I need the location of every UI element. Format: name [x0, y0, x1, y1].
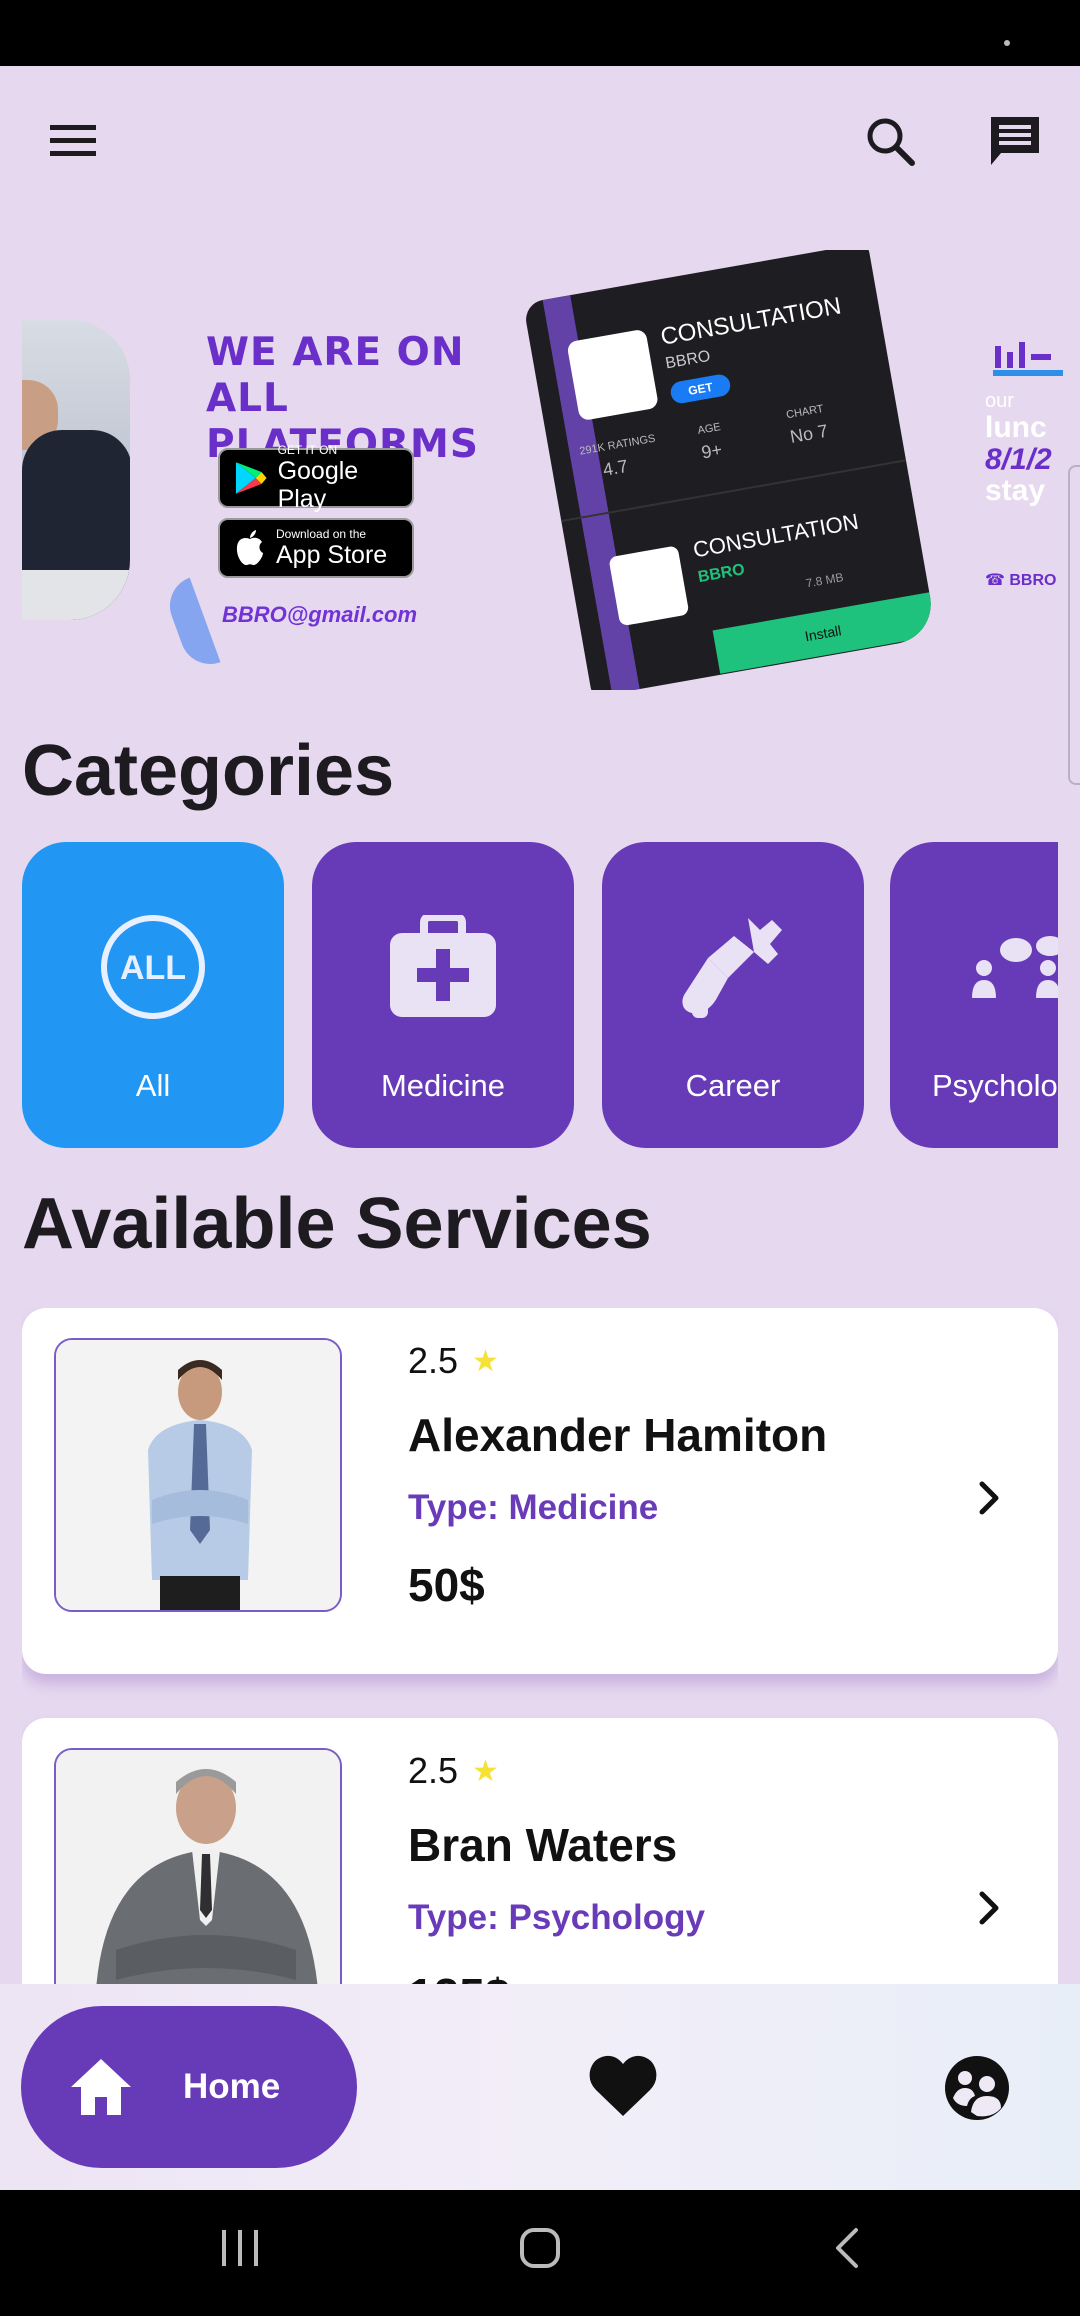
provider-rating: 2.5 ★ — [408, 1750, 499, 1792]
mock-app-developer-secondary: BBRO — [696, 561, 747, 587]
promo-banner-carousel[interactable]: WE ARE ON ALL PLATFORMS GET IT ON Google… — [0, 250, 1080, 690]
categories-title: Categories — [22, 731, 395, 811]
provider-name: Alexander Hamiton — [408, 1409, 828, 1461]
medical-kit-icon — [390, 915, 496, 1017]
provider-name: Bran Waters — [408, 1819, 678, 1871]
chevron-right-icon[interactable] — [970, 1478, 1010, 1518]
provider-photo-image — [56, 1340, 340, 1610]
mock-get-button: GET — [669, 372, 732, 405]
back-icon[interactable] — [826, 2226, 870, 2270]
next-slide-phone: ☎ BBRO — [985, 572, 1057, 589]
nav-profile[interactable] — [943, 2054, 1011, 2127]
app-store-small-text: Download on the — [276, 527, 367, 541]
app-store-badge[interactable]: Download on the App Store — [218, 518, 414, 578]
status-indicator — [1004, 40, 1010, 46]
category-psychology[interactable]: Psychology — [890, 842, 1058, 1148]
nav-favorites[interactable] — [588, 2054, 658, 2123]
svg-text:ALL: ALL — [120, 949, 186, 987]
category-all[interactable]: ALL All — [22, 842, 284, 1148]
app-logo — [566, 328, 660, 422]
provider-photo — [54, 1748, 342, 1984]
mock-install-button: Install — [712, 585, 938, 674]
mock-size: 7.8 MB — [804, 570, 845, 591]
provider-type: Type: Psychology — [408, 1898, 705, 1937]
chat-icon — [991, 117, 1039, 165]
consultation-logo-icon — [993, 342, 1063, 376]
group-chat-icon — [972, 936, 1058, 998]
app-store-screenshot: CONSULTATION BBRO GET 291K RATINGS 4.7 A… — [522, 250, 938, 690]
services-title: Available Services — [22, 1184, 652, 1264]
provider-photo — [54, 1338, 342, 1612]
provider-price: 50$ — [408, 1559, 485, 1611]
mock-age: 9+ — [699, 439, 724, 463]
google-play-small-text: GET IT ON — [277, 443, 338, 457]
categories-list[interactable]: ALL All Medicine Career Psycholo — [22, 842, 1058, 1148]
search-button[interactable] — [855, 106, 925, 176]
next-slide-text-4: stay — [985, 474, 1046, 507]
profile-icon — [945, 2056, 1009, 2120]
search-icon — [867, 118, 915, 166]
handshake-icon — [682, 918, 782, 1018]
next-slide-text-2: lunc — [985, 411, 1047, 444]
next-slide-text-3: 8/1/2 — [985, 443, 1052, 476]
mock-chart-label: CHART — [785, 402, 825, 422]
banner-photo-previous — [22, 320, 130, 620]
home-system-icon[interactable] — [518, 2226, 562, 2270]
mock-app-title-secondary: CONSULTATION — [691, 508, 861, 563]
category-medicine[interactable]: Medicine — [312, 842, 574, 1148]
service-card[interactable]: 2.5 ★ Alexander Hamiton Type: Medicine 5… — [22, 1308, 1058, 1674]
app-bar — [0, 66, 1080, 216]
mock-chart: No 7 — [788, 420, 830, 447]
provider-photo-image — [56, 1750, 340, 1984]
banner-email: BBRO@gmail.com — [222, 602, 418, 627]
google-play-label: Google Play — [277, 457, 359, 513]
banner-decoration — [161, 577, 221, 673]
category-label: Medicine — [380, 1068, 506, 1103]
category-label: Psychology — [932, 1068, 1058, 1103]
star-icon: ★ — [472, 1344, 499, 1378]
next-slide-text-1: our — [985, 390, 1014, 412]
recent-apps-icon[interactable] — [218, 2226, 262, 2270]
nav-home[interactable]: Home — [21, 2006, 357, 2168]
apple-icon — [236, 530, 263, 566]
mock-age-label: AGE — [696, 421, 722, 437]
chevron-right-icon[interactable] — [970, 1888, 1010, 1928]
rating-value: 2.5 — [408, 1750, 459, 1791]
mock-rating: 4.7 — [601, 455, 630, 480]
all-icon: ALL — [101, 915, 205, 1019]
provider-type: Type: Medicine — [408, 1488, 659, 1527]
provider-price: 125$ — [408, 1968, 510, 1984]
nav-home-label: Home — [183, 2067, 281, 2106]
bottom-navigation: Home — [0, 1984, 1080, 2190]
scrollbar[interactable] — [1068, 465, 1080, 785]
banner-next-slide: our lunc 8/1/2 stay ☎ BBRO — [985, 340, 1080, 589]
chat-button[interactable] — [980, 106, 1050, 176]
category-label: Career — [685, 1068, 781, 1103]
system-navigation-bar — [0, 2190, 1080, 2316]
menu-icon — [50, 125, 96, 156]
star-icon: ★ — [472, 1754, 499, 1788]
rating-value: 2.5 — [408, 1340, 459, 1381]
mock-app-title: CONSULTATION — [658, 292, 844, 351]
google-play-badge[interactable]: GET IT ON Google Play — [218, 443, 414, 513]
google-play-icon — [235, 462, 267, 494]
category-label: All — [135, 1068, 171, 1103]
heart-icon — [589, 2055, 657, 2116]
category-career[interactable]: Career — [602, 842, 864, 1148]
app-store-label: App Store — [276, 541, 388, 569]
status-bar — [0, 0, 1080, 66]
app-logo-secondary — [608, 545, 690, 627]
provider-rating: 2.5 ★ — [408, 1340, 499, 1382]
services-list[interactable]: 2.5 ★ Alexander Hamiton Type: Medicine 5… — [22, 1308, 1058, 1984]
mock-app-developer: BBRO — [664, 347, 712, 373]
menu-button[interactable] — [38, 106, 108, 176]
home-icon — [71, 2059, 131, 2115]
service-card[interactable]: 2.5 ★ Bran Waters Type: Psychology 125$ — [22, 1718, 1058, 1984]
